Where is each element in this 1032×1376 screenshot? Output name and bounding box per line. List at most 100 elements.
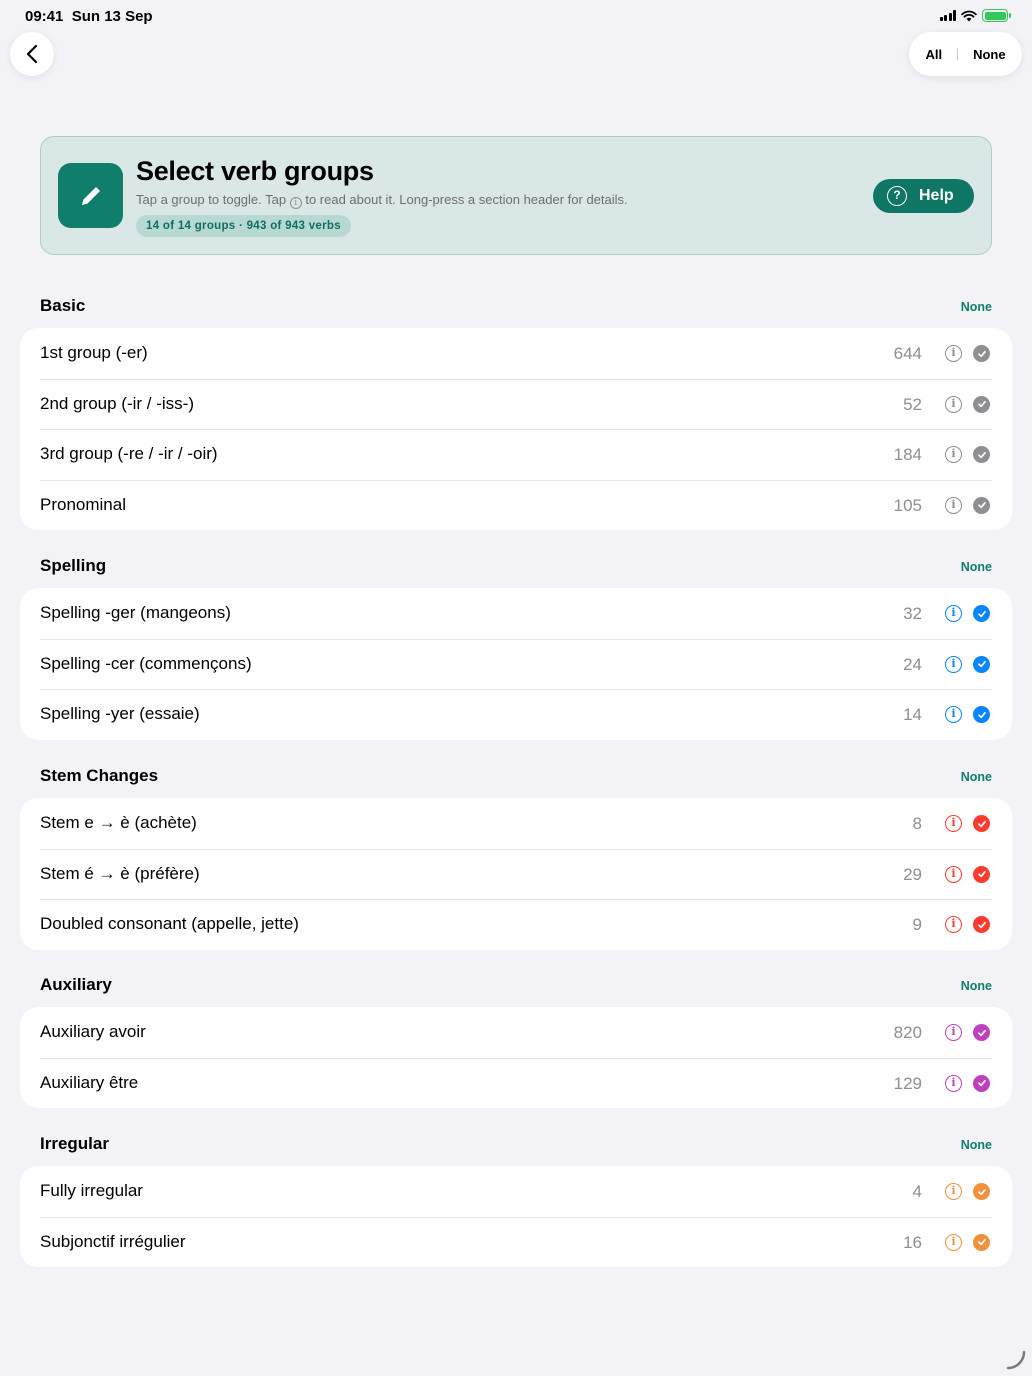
verb-group-row[interactable]: 3rd group (-re / -ir / -oir) 184 i	[20, 429, 1012, 480]
verb-group-label: 1st group (-er)	[40, 343, 148, 362]
section-none-button[interactable]: None	[961, 979, 992, 993]
verb-group-label: Spelling -cer (commençons)	[40, 653, 252, 673]
page-subtitle: Tap a group to toggle. Tap i to read abo…	[136, 192, 628, 209]
verb-group-row[interactable]: Doubled consonant (appelle, jette) 9 i	[20, 899, 1012, 950]
wifi-icon	[961, 10, 977, 21]
subtitle-text-start: Tap a group to toggle. Tap	[136, 192, 290, 207]
verb-count: 9	[912, 915, 922, 934]
verb-group-row[interactable]: Spelling -cer (commençons) 24 i	[20, 638, 1012, 690]
verb-group-label: Pronominal	[40, 494, 126, 514]
info-icon[interactable]: i	[945, 1024, 962, 1041]
info-icon[interactable]: i	[945, 1074, 962, 1092]
info-icon[interactable]: i	[945, 446, 962, 463]
section-none-button[interactable]: None	[961, 770, 992, 784]
verb-count: 129	[893, 1073, 922, 1093]
status-bar: 09:41 Sun 13 Sep	[0, 0, 1032, 32]
resize-handle-icon[interactable]	[1004, 1348, 1026, 1370]
verb-count: 820	[893, 1023, 922, 1042]
info-icon[interactable]: i	[945, 865, 962, 883]
verb-group-row[interactable]: Spelling -yer (essaie) 14 i	[20, 689, 1012, 740]
verb-count: 8	[912, 814, 922, 833]
verb-count: 32	[903, 604, 922, 623]
checkmark-icon	[973, 815, 990, 832]
help-button[interactable]: ? Help	[873, 179, 974, 213]
verb-group-label: Stem é → è (préfère)	[40, 863, 200, 883]
verb-count: 29	[903, 864, 922, 884]
checkmark-icon	[973, 1024, 990, 1041]
info-icon[interactable]: i	[945, 1183, 962, 1200]
section-title: Auxiliary	[40, 975, 112, 994]
battery-charging-icon	[982, 9, 1011, 22]
section-header[interactable]: Spelling None	[40, 556, 992, 580]
status-clock: 09:41	[25, 8, 64, 25]
info-icon[interactable]: i	[945, 345, 962, 362]
verb-count: 105	[893, 495, 922, 515]
section-card: Auxiliary avoir 820 i Auxiliary être 129 i	[20, 1007, 1012, 1108]
checkmark-icon	[973, 655, 990, 673]
section-card: Stem e → è (achète) 8 i Stem é → è (préfère…	[20, 798, 1012, 950]
verb-group-row[interactable]: 2nd group (-ir / -iss-) 52 i	[20, 378, 1012, 430]
verb-group-row[interactable]: Spelling -ger (mangeons) 32 i	[20, 588, 1012, 639]
checkmark-icon	[973, 1074, 990, 1092]
verb-group-row[interactable]: Subjonctif irrégulier 16 i	[20, 1216, 1012, 1268]
verb-group-row[interactable]: Stem é → è (préfère) 29 i	[20, 848, 1012, 900]
page-title: Select verb groups	[136, 156, 374, 186]
chevron-left-icon	[26, 44, 38, 64]
section-header[interactable]: Basic None	[40, 296, 992, 320]
verb-group-label: Subjonctif irrégulier	[40, 1231, 186, 1251]
verb-group-label: Auxiliary avoir	[40, 1022, 146, 1041]
verb-group-label: Fully irregular	[40, 1181, 143, 1200]
section-header[interactable]: Auxiliary None	[40, 975, 992, 999]
info-icon[interactable]: i	[945, 496, 962, 514]
verb-group-row[interactable]: Auxiliary être 129 i	[20, 1057, 1012, 1109]
checkmark-icon	[973, 605, 990, 622]
checkmark-icon	[973, 865, 990, 883]
verb-group-label: 2nd group (-ir / -iss-)	[40, 393, 194, 413]
subtitle-text-end: to read about it. Long-press a section h…	[301, 192, 628, 207]
header-card: Select verb groups Tap a group to toggle…	[40, 136, 992, 255]
verb-count: 644	[893, 344, 922, 363]
info-icon[interactable]: i	[945, 916, 962, 933]
verb-group-label: Doubled consonant (appelle, jette)	[40, 914, 299, 933]
verb-group-label: 3rd group (-re / -ir / -oir)	[40, 444, 218, 463]
question-circle-icon: ?	[887, 186, 907, 206]
select-all-none-control: All None	[909, 32, 1022, 76]
checkmark-icon	[973, 345, 990, 362]
verb-count: 52	[903, 394, 922, 414]
section-none-button[interactable]: None	[961, 300, 992, 314]
section-card: Spelling -ger (mangeons) 32 i Spelling -cer…	[20, 588, 1012, 740]
back-button[interactable]	[10, 32, 54, 76]
info-icon[interactable]: i	[945, 395, 962, 413]
checkmark-icon	[973, 706, 990, 723]
section-title: Spelling	[40, 556, 107, 575]
section-card: 1st group (-er) 644 i 2nd group (-ir / -iss…	[20, 328, 1012, 530]
info-icon[interactable]: i	[945, 815, 962, 832]
select-none-button[interactable]: None	[965, 47, 1014, 62]
verb-group-row[interactable]: 1st group (-er) 644 i	[20, 328, 1012, 379]
checkmark-icon	[973, 1233, 990, 1251]
verb-count: 24	[903, 654, 922, 674]
pencil-icon	[81, 186, 100, 205]
info-icon[interactable]: i	[945, 605, 962, 622]
verb-group-row[interactable]: Fully irregular 4 i	[20, 1166, 1012, 1217]
verb-group-row[interactable]: Auxiliary avoir 820 i	[20, 1007, 1012, 1058]
verb-group-label: Stem e → è (achète)	[40, 813, 197, 832]
status-time: 09:41 Sun 13 Sep	[25, 8, 153, 25]
section-header[interactable]: Stem Changes None	[40, 766, 992, 790]
info-icon[interactable]: i	[945, 706, 962, 723]
checkmark-icon	[973, 395, 990, 413]
section-header[interactable]: Irregular None	[40, 1134, 992, 1158]
section-title: Stem Changes	[40, 766, 159, 785]
verb-group-row[interactable]: Pronominal 105 i	[20, 479, 1012, 531]
verb-group-row[interactable]: Stem e → è (achète) 8 i	[20, 798, 1012, 849]
section-title: Basic	[40, 296, 86, 315]
section-none-button[interactable]: None	[961, 1138, 992, 1152]
info-icon[interactable]: i	[945, 1233, 962, 1251]
info-icon[interactable]: i	[945, 655, 962, 673]
selection-summary-badge: 14 of 14 groups · 943 of 943 verbs	[136, 215, 351, 237]
section-card: Fully irregular 4 i Subjonctif irrégulier 16…	[20, 1166, 1012, 1267]
section-title: Irregular	[40, 1134, 109, 1153]
select-all-button[interactable]: All	[917, 47, 950, 62]
section-none-button[interactable]: None	[961, 560, 992, 574]
info-inline-icon: i	[289, 197, 302, 209]
